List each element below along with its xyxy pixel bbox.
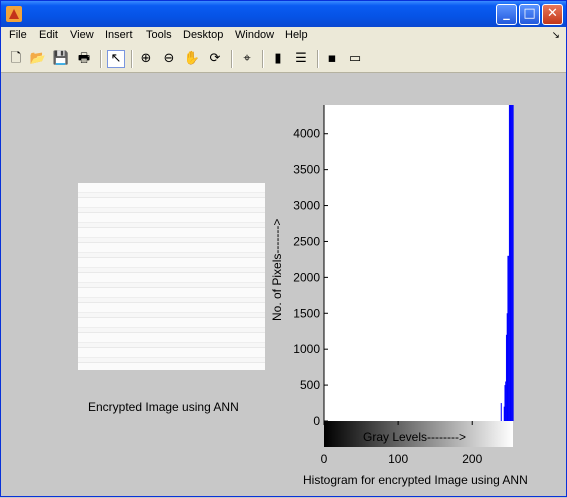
y-tick-label: 2000 xyxy=(293,270,320,284)
histogram-caption: Histogram for encrypted Image using ANN xyxy=(303,473,528,487)
x-tick-label: 100 xyxy=(388,452,408,466)
matlab-figure-window: _ □ ✕ File Edit View Insert Tools Deskto… xyxy=(0,0,567,497)
y-tick-label: 3000 xyxy=(293,199,320,213)
y-tick-label: 500 xyxy=(300,378,320,392)
y-tick-label: 1000 xyxy=(293,342,320,356)
histogram-chart: 0 500 1000 1500 2000 2500 3000 3500 4000 0 100 200… xyxy=(270,105,528,487)
x-axis-label: Gray Levels--------> xyxy=(363,430,466,444)
y-tick-label: 2500 xyxy=(293,234,320,248)
y-tick-label: 1500 xyxy=(293,306,320,320)
y-axis-label: No. of Pixels-------> xyxy=(270,219,284,321)
histogram-bar xyxy=(500,403,502,421)
y-tick-label: 0 xyxy=(313,414,320,428)
plot-area xyxy=(324,105,513,421)
y-tick-label: 4000 xyxy=(293,127,320,141)
histogram-bar xyxy=(512,105,514,421)
y-tick-label: 3500 xyxy=(293,163,320,177)
x-tick-label: 0 xyxy=(321,452,328,466)
y-axis-ticks: 0 500 1000 1500 2000 2500 3000 3500 4000 xyxy=(293,127,328,428)
x-tick-label: 200 xyxy=(462,452,482,466)
